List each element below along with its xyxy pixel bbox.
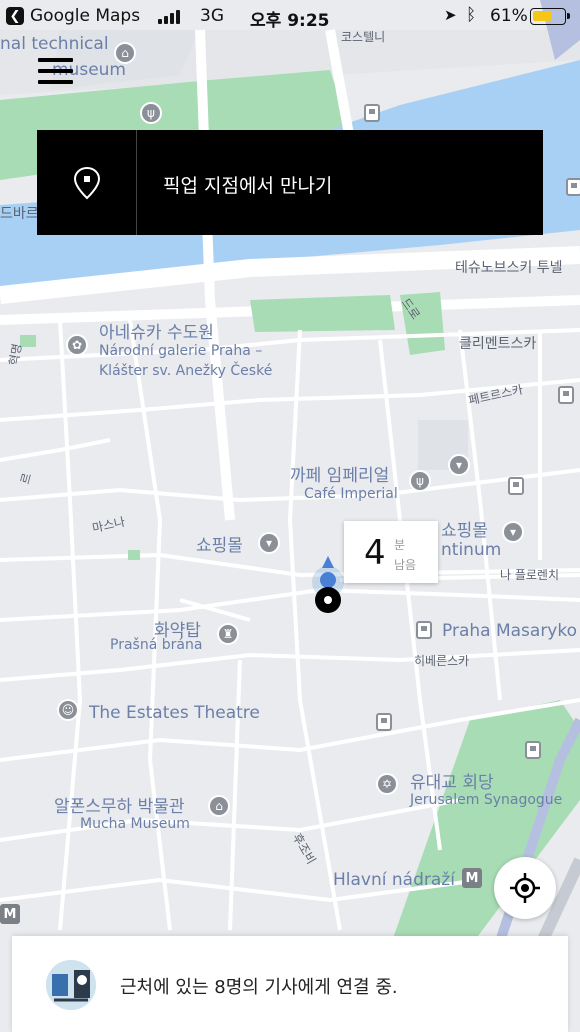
map-label-estates: The Estates Theatre	[89, 703, 260, 723]
map-label-agnes-ko: 아네슈카 수도원	[99, 323, 214, 343]
map-label-synagogue-ko: 유대교 회당	[410, 773, 494, 793]
status-bar: ❮ Google Maps 3G 오후 9:25 ➤ ᛒ 61%	[0, 0, 580, 34]
map-label-powder-cz: Prašná brána	[110, 637, 203, 653]
map-label-hlavni: Hlavní nádraží	[333, 870, 455, 890]
map-label-hybernska: 히베른스카	[414, 654, 470, 668]
my-location-button[interactable]	[494, 857, 556, 919]
theatre-icon[interactable]: ☺	[57, 699, 79, 721]
map-label-synagogue-en: Jerusalem Synagogue	[410, 792, 563, 808]
back-to-app-icon[interactable]: ❮	[6, 7, 24, 25]
eta-unit: 분	[394, 538, 406, 552]
metro-icon[interactable]: M	[462, 868, 482, 888]
connecting-text: 근처에 있는 8명의 기사에게 연결 중.	[120, 977, 398, 998]
map-label-mucha-en: Mucha Museum	[80, 816, 190, 832]
bluetooth-icon: ᛒ	[466, 5, 477, 25]
shopping-icon[interactable]: ▾	[258, 532, 280, 554]
location-pin-icon	[37, 130, 137, 235]
crosshair-icon	[510, 873, 540, 903]
tram-stop-icon[interactable]	[566, 178, 580, 196]
back-to-app-label[interactable]: Google Maps	[30, 6, 140, 26]
map-label-mucha-ko: 알폰스무하 박물관	[54, 797, 185, 817]
map-label-cafe-ko: 까페 임페리얼	[290, 466, 390, 486]
map-label-shopping2: 쇼핑몰	[441, 521, 488, 541]
pickup-banner-text: 픽업 지점에서 만나기	[163, 175, 333, 197]
map-label-klimentska: 클리멘트스카	[459, 336, 537, 352]
tram-stop-icon[interactable]	[376, 713, 392, 731]
gallery-icon[interactable]: ✿	[66, 334, 88, 356]
bus-station-icon[interactable]	[416, 621, 432, 639]
map-label-masaryk: Praha Masaryko	[442, 621, 578, 641]
tram-stop-icon[interactable]	[364, 104, 380, 122]
tower-icon[interactable]: ♜	[217, 623, 239, 645]
network-type: 3G	[200, 6, 224, 26]
map-label-shopping1: 쇼핑몰	[196, 536, 243, 556]
map-label-agnes-cz2: Klášter sv. Anežky České	[99, 363, 273, 379]
map-label-teshunovska: 테슈노브스키 투넬	[455, 260, 563, 276]
eta-value: 4	[364, 533, 386, 573]
cellular-signal-icon	[158, 10, 182, 24]
restaurant-icon[interactable]: ψ	[140, 102, 162, 124]
restaurant-icon[interactable]: ψ	[409, 470, 431, 492]
museum-icon[interactable]: ⌂	[208, 795, 230, 817]
map-label-technical-museum: nal technical	[0, 34, 109, 54]
map-label-cafe-en: Café Imperial	[304, 486, 398, 502]
tram-stop-icon[interactable]	[525, 741, 541, 759]
battery-percent: 61%	[490, 6, 528, 26]
connecting-illustration-icon	[46, 960, 96, 1010]
metro-icon[interactable]: M	[0, 904, 20, 924]
hamburger-menu-icon[interactable]	[38, 58, 73, 86]
pickup-banner[interactable]: 픽업 지점에서 만나기	[37, 130, 543, 235]
map-label-vltava-left: 드바르	[0, 206, 39, 222]
shopping-icon[interactable]: ▾	[502, 521, 524, 543]
connecting-drivers-sheet: 근처에 있는 8명의 기사에게 연결 중.	[12, 936, 568, 1032]
shopping-icon[interactable]: ▾	[448, 454, 470, 476]
map-label-na-florenci: 나 플로렌치	[500, 568, 560, 582]
museum-icon[interactable]: ⌂	[114, 42, 136, 64]
pickup-point-marker	[315, 587, 341, 613]
map-label-palladium: ntinum	[441, 540, 502, 560]
status-time: 오후 9:25	[250, 11, 330, 31]
eta-remaining-label: 남음	[394, 558, 417, 572]
tram-stop-icon[interactable]	[558, 386, 574, 404]
tram-stop-icon[interactable]	[508, 477, 524, 495]
location-arrow-icon: ➤	[444, 6, 457, 24]
eta-bubble: 4 분 남음	[344, 521, 438, 583]
battery-icon	[530, 8, 570, 25]
map-label-agnes-cz1: Národní galerie Praha –	[99, 343, 263, 359]
synagogue-icon[interactable]: ✡	[376, 773, 398, 795]
